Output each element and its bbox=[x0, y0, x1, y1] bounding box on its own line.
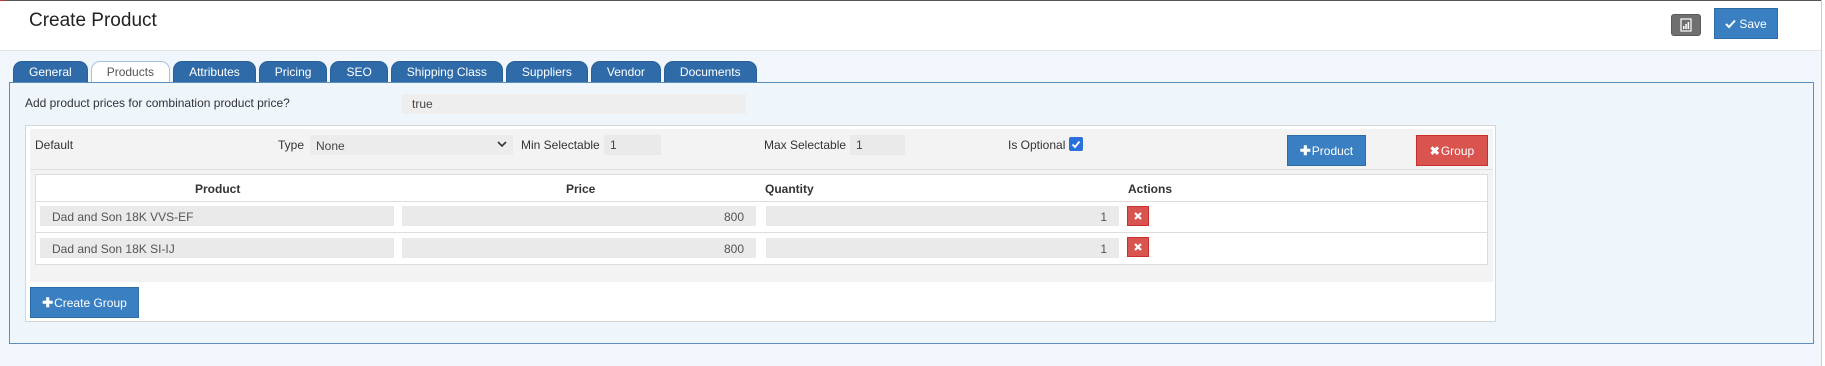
tab-seo[interactable]: SEO bbox=[330, 61, 388, 82]
tab-general[interactable]: General bbox=[13, 61, 88, 82]
page-title: Create Product bbox=[29, 10, 157, 31]
type-select-value: None bbox=[316, 139, 345, 153]
page-header: Create Product bbox=[0, 1, 1821, 51]
row-1-quantity-field[interactable]: 1 bbox=[766, 206, 1119, 226]
row-2-quantity-field[interactable]: 1 bbox=[766, 238, 1119, 258]
create-group-button[interactable]: ✚ Create Group bbox=[30, 287, 139, 318]
column-header-price: Price bbox=[566, 182, 596, 196]
chevron-down-icon bbox=[497, 141, 507, 148]
checkmark-icon bbox=[1071, 140, 1081, 148]
check-icon bbox=[1725, 19, 1737, 28]
tab-attributes[interactable]: Attributes bbox=[173, 61, 256, 82]
type-select[interactable]: None bbox=[310, 135, 513, 155]
delete-group-button[interactable]: ✖ Group bbox=[1416, 135, 1488, 166]
max-selectable-label: Max Selectable bbox=[764, 138, 847, 152]
plus-icon: ✚ bbox=[42, 294, 54, 310]
window-edge bbox=[1821, 0, 1825, 366]
combination-price-field[interactable]: true bbox=[402, 94, 746, 114]
create-group-label: Create Group bbox=[54, 295, 127, 310]
min-selectable-label: Min Selectable bbox=[521, 138, 600, 152]
row-1-product-field[interactable]: Dad and Son 18K VVS-EF bbox=[40, 206, 394, 226]
close-icon bbox=[1134, 212, 1142, 220]
row-2-delete-button[interactable] bbox=[1127, 237, 1149, 257]
tab-pricing[interactable]: Pricing bbox=[258, 61, 328, 82]
close-icon: ✖ bbox=[1429, 143, 1440, 158]
tab-vendor[interactable]: Vendor bbox=[590, 61, 661, 82]
row-1-price-field[interactable]: 800 bbox=[402, 206, 756, 226]
tab-suppliers[interactable]: Suppliers bbox=[505, 61, 588, 82]
combination-price-label: Add product prices for combination produ… bbox=[25, 96, 290, 110]
tab-products[interactable]: Products bbox=[90, 61, 171, 82]
row-2-price-field[interactable]: 800 bbox=[402, 238, 756, 258]
column-header-quantity: Quantity bbox=[765, 182, 814, 196]
column-header-actions: Actions bbox=[1128, 182, 1173, 196]
save-button-label: Save bbox=[1739, 16, 1767, 31]
close-icon bbox=[1134, 243, 1142, 251]
table-header-divider bbox=[36, 201, 1487, 202]
plus-icon: ✚ bbox=[1299, 142, 1311, 158]
tab-documents[interactable]: Documents bbox=[663, 61, 757, 82]
table-row-divider bbox=[36, 232, 1487, 233]
group-name: Default bbox=[35, 138, 74, 152]
add-product-label: Product bbox=[1311, 143, 1354, 158]
row-2-product-field[interactable]: Dad and Son 18K SI-IJ bbox=[40, 238, 394, 258]
row-1-delete-button[interactable] bbox=[1127, 206, 1149, 226]
report-chart-icon bbox=[1680, 18, 1692, 32]
add-product-button[interactable]: ✚ Product bbox=[1287, 135, 1366, 166]
is-optional-checkbox[interactable] bbox=[1069, 137, 1083, 151]
report-button[interactable] bbox=[1671, 14, 1701, 36]
is-optional-label: Is Optional bbox=[1008, 138, 1066, 152]
group-header-divider bbox=[30, 169, 1493, 170]
save-button[interactable]: Save bbox=[1714, 8, 1778, 39]
tab-bar: General Products Attributes Pricing SEO … bbox=[13, 61, 760, 83]
type-label: Type bbox=[278, 138, 305, 152]
max-selectable-input[interactable]: 1 bbox=[850, 135, 905, 155]
delete-group-label: Group bbox=[1440, 143, 1475, 158]
min-selectable-input[interactable]: 1 bbox=[604, 135, 661, 155]
column-header-product: Product bbox=[195, 182, 241, 196]
tab-shipping-class[interactable]: Shipping Class bbox=[390, 61, 503, 82]
